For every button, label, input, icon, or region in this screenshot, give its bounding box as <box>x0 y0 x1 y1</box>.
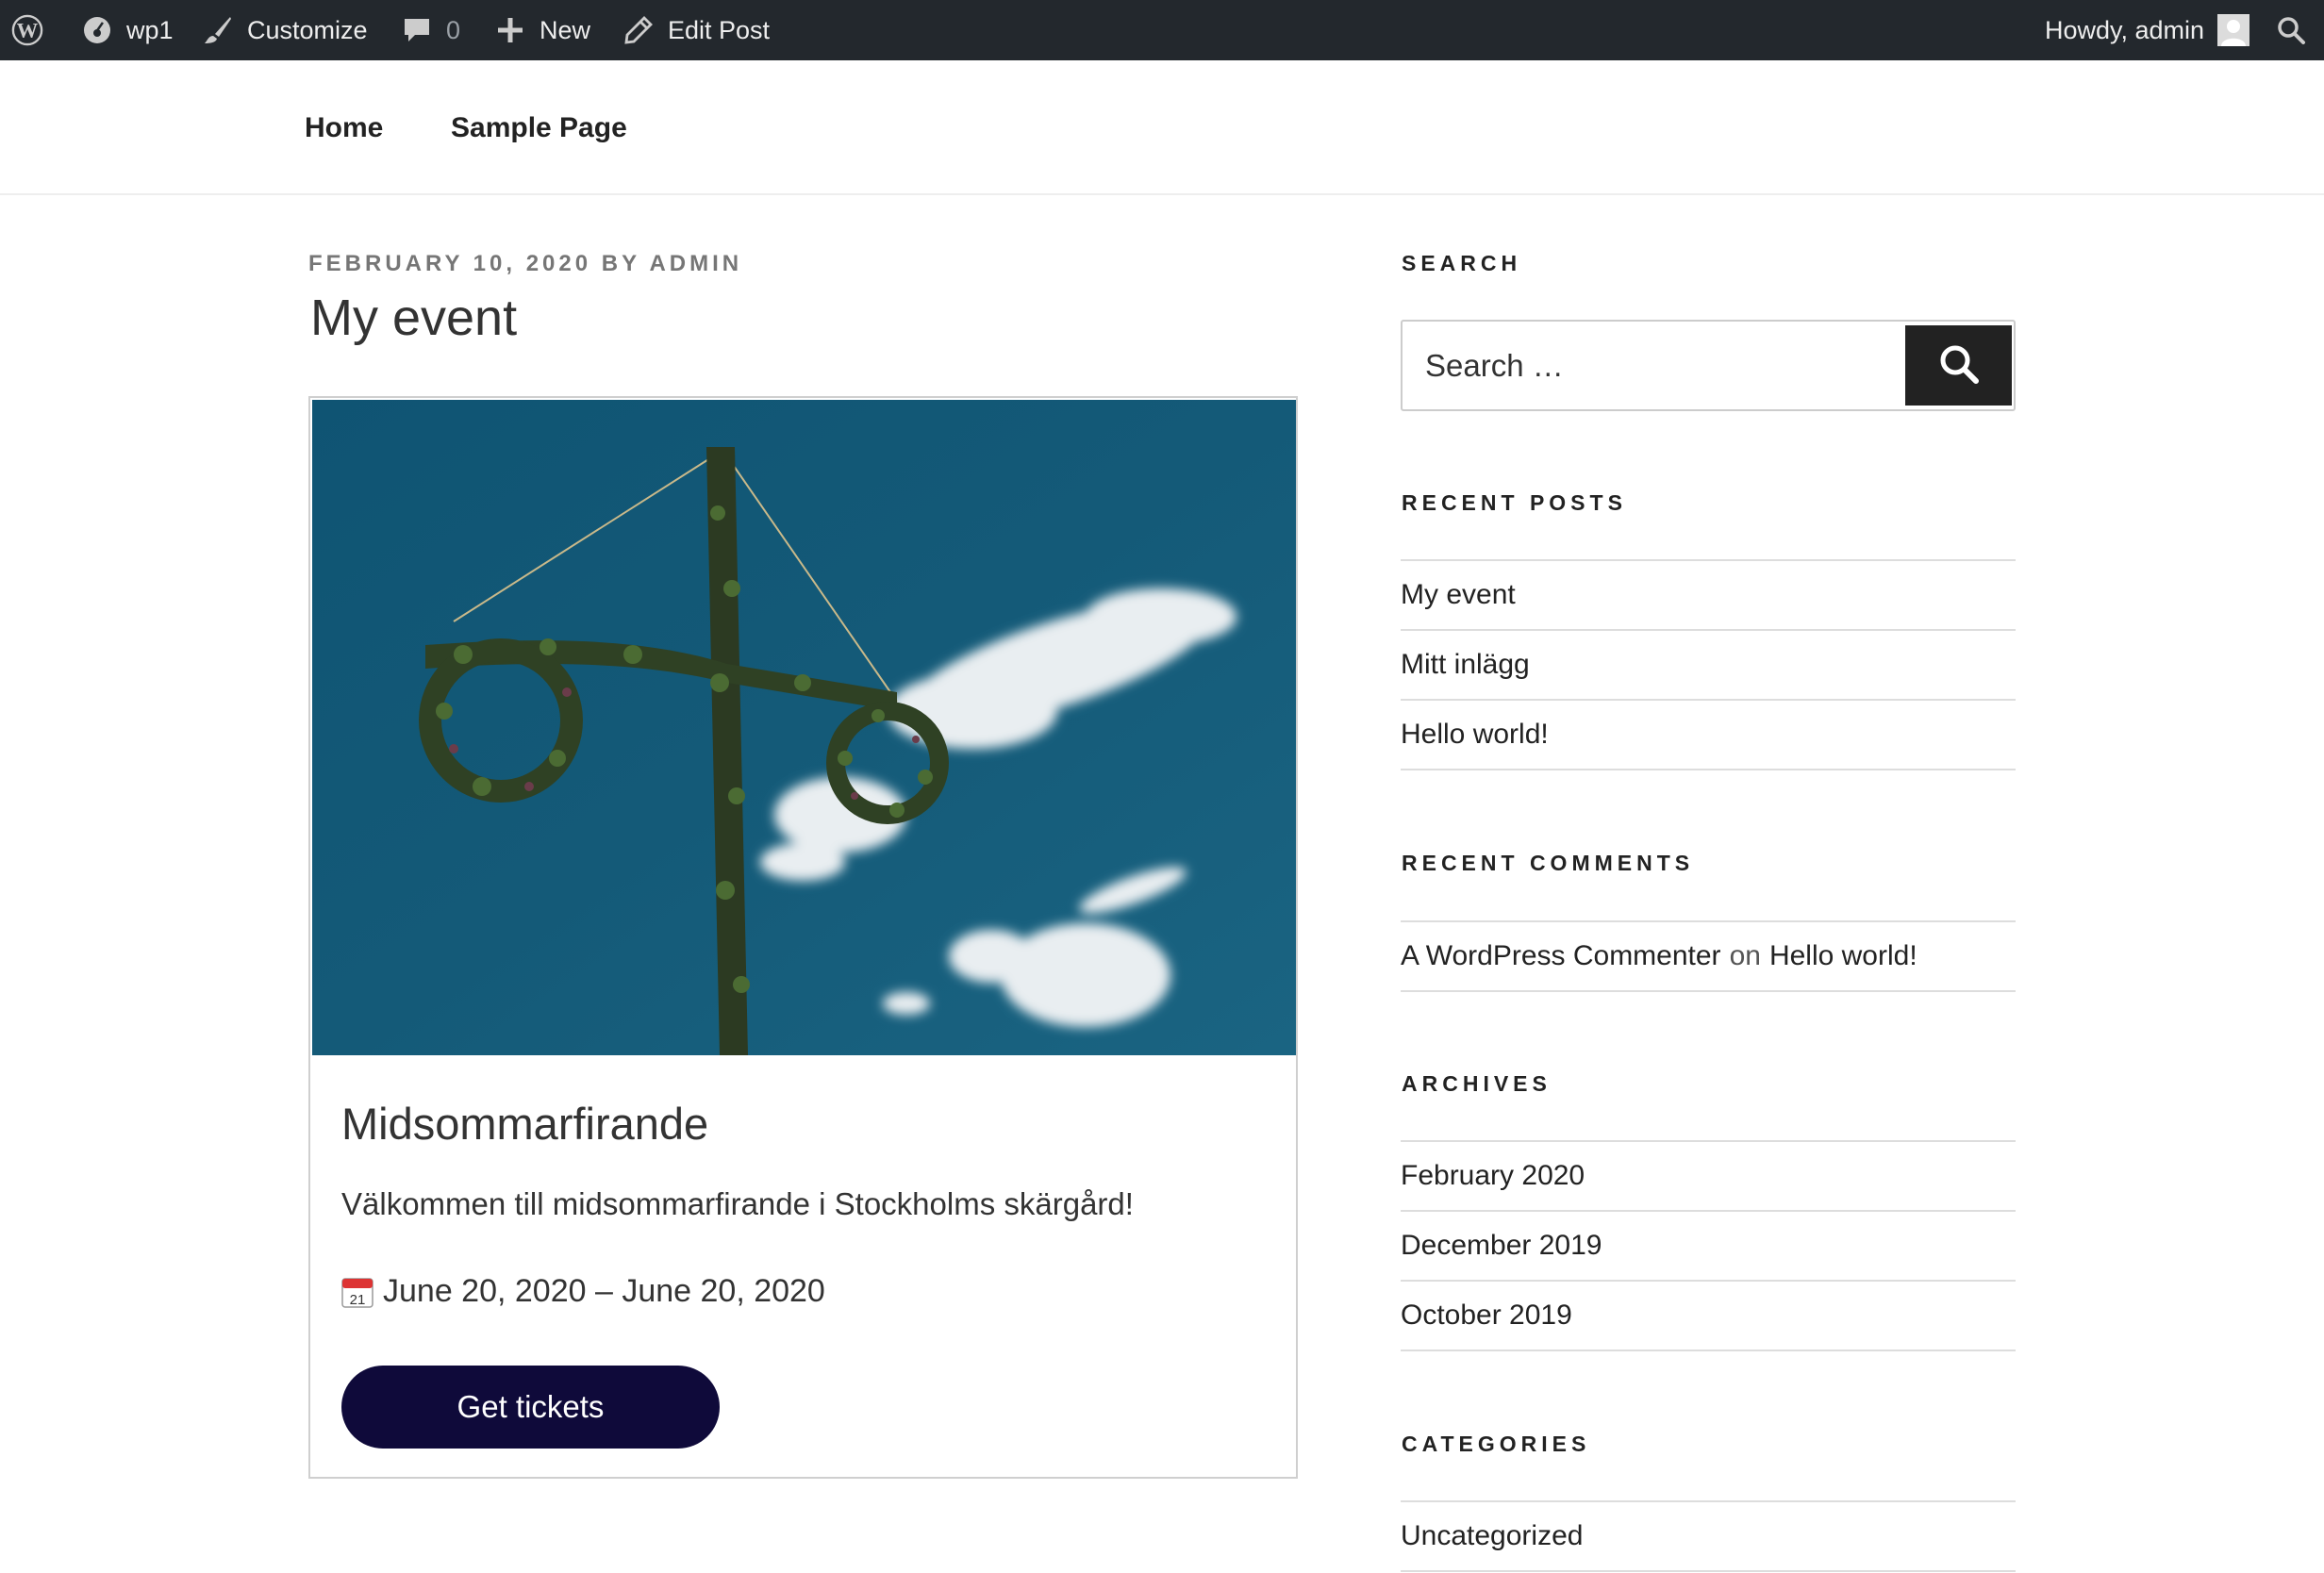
search-icon <box>2275 14 2307 46</box>
new-content-menu[interactable]: New <box>494 0 590 60</box>
comment-bubble-icon <box>401 14 433 46</box>
archive-link[interactable]: October 2019 <box>1401 1300 1572 1332</box>
recent-posts-title: RECENT POSTS <box>1402 490 1627 515</box>
svg-text:W: W <box>17 19 39 42</box>
post-title: My event <box>310 290 518 346</box>
site-name-label: wp1 <box>126 15 174 44</box>
new-label: New <box>540 15 591 44</box>
nav-item-sample-page[interactable]: Sample Page <box>451 60 627 195</box>
edit-post-link[interactable]: Edit Post <box>622 0 770 60</box>
site-navigation: Home Sample Page <box>0 60 2324 195</box>
wordpress-logo-icon: W <box>11 14 43 46</box>
pencil-icon <box>622 14 655 46</box>
customize-link[interactable]: Customize <box>202 0 368 60</box>
edit-post-label: Edit Post <box>668 15 771 44</box>
search-input[interactable] <box>1404 323 1904 407</box>
comments-link[interactable]: 0 <box>401 0 460 60</box>
event-card: Midsommarfirande Välkommen till midsomma… <box>308 396 1298 1479</box>
list-item: Mitt inlägg <box>1401 631 2016 701</box>
avatar <box>2217 14 2250 46</box>
list-item: Uncategorized <box>1401 1502 2016 1572</box>
recent-post-link[interactable]: Hello world! <box>1401 719 1549 751</box>
my-account-menu[interactable]: Howdy, admin <box>2045 0 2250 60</box>
search-widget-title: SEARCH <box>1402 251 1522 275</box>
category-link[interactable]: Uncategorized <box>1401 1520 1583 1552</box>
admin-bar-search-button[interactable] <box>2275 0 2307 60</box>
dashboard-icon <box>81 14 113 46</box>
post-meta: FEBRUARY 10, 2020 BY ADMIN <box>308 251 743 276</box>
recent-post-link[interactable]: My event <box>1401 579 1516 611</box>
archives-list: February 2020 December 2019 October 2019 <box>1401 1140 2016 1351</box>
event-description: Välkommen till midsommarfirande i Stockh… <box>341 1186 1134 1221</box>
comment-author-link[interactable]: A WordPress Commenter <box>1401 940 1721 972</box>
list-item: December 2019 <box>1401 1212 2016 1282</box>
comment-connector: on <box>1729 940 1761 971</box>
list-item: My event <box>1401 561 2016 631</box>
categories-title: CATEGORIES <box>1402 1432 1591 1456</box>
archive-link[interactable]: December 2019 <box>1401 1230 1602 1262</box>
customize-label: Customize <box>247 15 368 44</box>
search-icon <box>1937 342 1981 389</box>
recent-comments-title: RECENT COMMENTS <box>1402 851 1695 875</box>
get-tickets-button[interactable]: Get tickets <box>341 1366 720 1449</box>
event-name: Midsommarfirande <box>341 1099 709 1149</box>
search-submit-button[interactable] <box>1905 325 2012 406</box>
plus-icon <box>494 14 526 46</box>
nav-item-home[interactable]: Home <box>305 60 383 195</box>
admin-bar: W wp1 Customize 0 New Edit Post Howdy, a… <box>0 0 2324 60</box>
categories-list: Uncategorized <box>1401 1500 2016 1572</box>
recent-posts-list: My event Mitt inlägg Hello world! <box>1401 559 2016 770</box>
list-item: Hello world! <box>1401 701 2016 770</box>
comment-post-link[interactable]: Hello world! <box>1769 940 1917 972</box>
event-image <box>312 400 1296 1055</box>
wordpress-logo-button[interactable]: W <box>11 0 57 60</box>
archives-title: ARCHIVES <box>1402 1071 1552 1096</box>
recent-post-link[interactable]: Mitt inlägg <box>1401 649 1530 681</box>
search-form <box>1401 320 2016 411</box>
calendar-icon: 21 <box>341 1276 374 1308</box>
event-date-range: June 20, 2020 – June 20, 2020 <box>383 1273 825 1309</box>
site-name-menu[interactable]: wp1 <box>81 0 174 60</box>
paintbrush-icon <box>202 14 234 46</box>
recent-comments-list: A WordPress Commenter on Hello world! <box>1401 920 2016 992</box>
list-item: A WordPress Commenter on Hello world! <box>1401 922 2016 992</box>
event-date: 21 June 20, 2020 – June 20, 2020 <box>341 1273 825 1310</box>
svg-text:21: 21 <box>350 1292 366 1308</box>
comments-count: 0 <box>446 15 461 44</box>
howdy-label: Howdy, admin <box>2045 15 2205 44</box>
list-item: October 2019 <box>1401 1282 2016 1351</box>
list-item: February 2020 <box>1401 1142 2016 1212</box>
archive-link[interactable]: February 2020 <box>1401 1160 1585 1192</box>
